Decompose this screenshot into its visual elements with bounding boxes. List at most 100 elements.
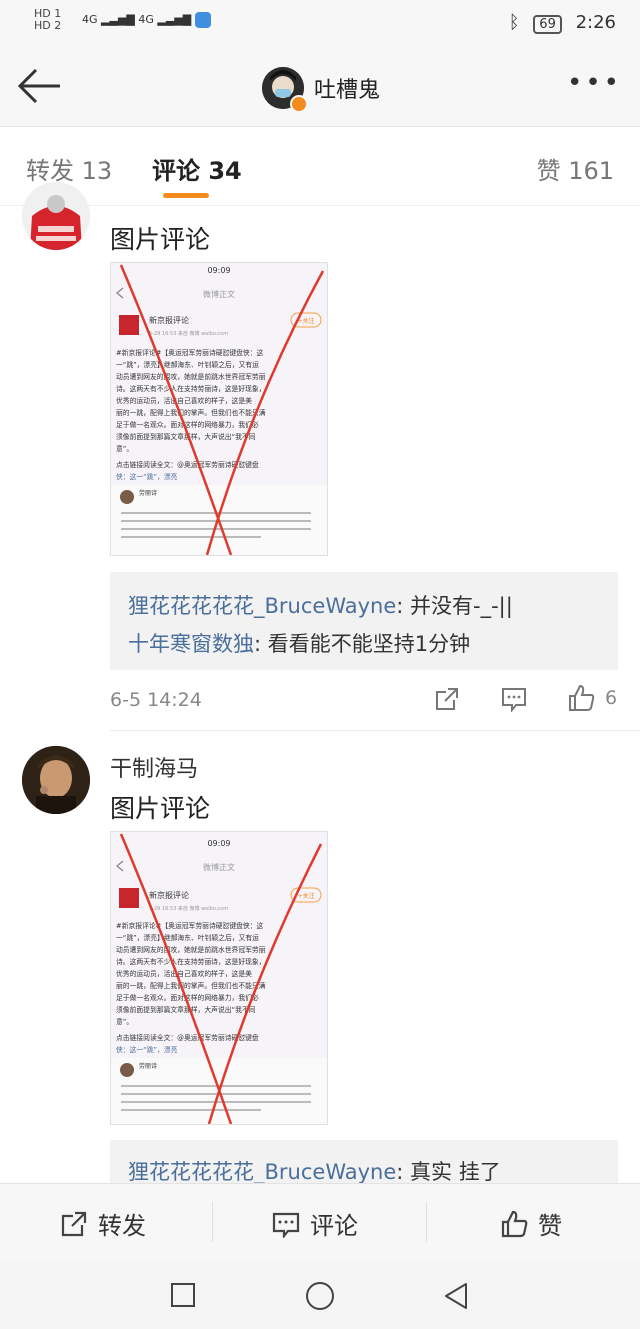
bluetooth-icon: ᛒ	[508, 12, 520, 33]
thumb-line: 优秀的运动员，活出自己喜欢的样子，这是美	[116, 396, 252, 405]
signal-indicators: 4G ▂▃▅▇ 4G ▂▃▅▇	[82, 12, 211, 28]
tab-likes[interactable]: 赞 161	[537, 151, 614, 186]
status-bar: HD 1 HD 2 4G ▂▃▅▇ 4G ▂▃▅▇ ᛒ 69 2:26	[0, 0, 640, 48]
bottom-action-bar: 转发 评论 赞	[0, 1183, 640, 1262]
thumb-quote-user: 劳丽诗	[139, 489, 157, 497]
thumb-meta: 5-29 16:53 来自 微博 weibo.com	[149, 905, 228, 912]
thumb-link: 侠：这一“跳”，漂亮	[116, 1045, 178, 1054]
clock: 2:26	[575, 12, 616, 33]
square-icon	[171, 1283, 195, 1307]
back-nav-button[interactable]	[442, 1281, 470, 1315]
comment-label: 评论	[310, 1212, 358, 1240]
thumb-quote-user: 劳丽诗	[139, 1062, 157, 1070]
thumb-link: 侠：这一“跳”，漂亮	[116, 472, 178, 481]
thumb-line: 须像前面提到那篇文章那样，大声说出“我不同	[116, 432, 256, 441]
thumb-nav-title: 微博正文	[203, 289, 235, 299]
comment-icon	[502, 688, 526, 713]
active-tab-indicator	[163, 193, 209, 198]
reply-username[interactable]: 狸花花花花花_BruceWayne	[128, 1160, 396, 1184]
tab-bar: 转发 13 评论 34 赞 161	[0, 127, 640, 206]
commenter-avatar[interactable]	[22, 182, 90, 250]
comment-image[interactable]: 09:09 微博正文 新京报评论 5-29 16:53 来自 微博 weibo.…	[110, 831, 328, 1125]
network-2-label: 4G	[138, 13, 154, 26]
divider	[212, 1202, 213, 1242]
repost-icon	[61, 1211, 87, 1236]
thumb-line: 动员遭到网友的围攻，她就是前跳水世界冠军劳丽	[116, 372, 266, 381]
thumbs-up-icon	[569, 684, 595, 711]
verified-badge-icon	[290, 95, 308, 113]
reply-text: : 并没有-_-||	[396, 594, 513, 618]
thumb-follow: +关注	[297, 317, 314, 325]
triangle-back-icon	[445, 1283, 467, 1309]
divider	[426, 1202, 427, 1242]
reply-item[interactable]: 十年寒窗数独: 看看能不能坚持1分钟	[128, 628, 470, 658]
reply-username[interactable]: 十年寒窗数独	[128, 632, 254, 656]
thumb-line: 一“跳”，漂亮】继郝海东、叶钊颖之后，又有运	[116, 360, 259, 369]
thumb-account: 新京报评论	[149, 315, 189, 325]
network-1-label: 4G	[82, 13, 98, 26]
thumb-line: 须像前面提到那篇文章那样，大声说出“我不同	[116, 1005, 256, 1014]
thumb-line: #新京报评论#【奥运冠军劳丽诗硬怼键盘侠：这	[116, 348, 264, 357]
like-count: 6	[605, 687, 618, 709]
back-arrow-icon	[17, 68, 60, 104]
thumb-line: 丽的一跳，配得上我们的掌声。但我们也不能只满	[116, 981, 266, 990]
comment-divider	[110, 730, 640, 731]
reply-item[interactable]: 狸花花花花花_BruceWayne: 真实 挂了	[128, 1156, 501, 1186]
battery-indicator: 69	[533, 15, 562, 34]
circle-icon	[306, 1282, 334, 1310]
system-navigation-bar	[0, 1262, 640, 1329]
top-bar: 吐槽鬼 •••	[0, 48, 640, 127]
weibo-screenshot-thumbnail: 09:09 微博正文 新京报评论 5-29 16:53 来自 微博 weibo.…	[111, 832, 327, 1124]
weibo-screenshot-thumbnail: 09:09 微博正文 新京报评论 5-29 16:53 来自 微博 weibo.…	[111, 263, 327, 555]
page-title: 吐槽鬼	[314, 78, 381, 103]
thumb-time: 09:09	[207, 266, 230, 275]
thumb-line: 足于做一名观众。面对这样的网络暴力，我们必	[116, 420, 259, 429]
comment-timestamp: 6-5 14:24	[110, 689, 202, 711]
recents-button[interactable]	[170, 1282, 196, 1312]
commenter-avatar[interactable]	[22, 746, 90, 814]
commenter-name[interactable]: 干制海马	[110, 751, 198, 783]
thumb-line: 动员遭到网友的围攻，她就是前跳水世界冠军劳丽	[116, 945, 266, 954]
thumb-line: #新京报评论#【奥运冠军劳丽诗硬怼键盘侠：这	[116, 921, 264, 930]
thumb-line: 优秀的运动员，活出自己喜欢的样子，这是美	[116, 969, 252, 978]
comment-image[interactable]: 09:09 微博正文 新京报评论 5-29 16:53 来自 微博 weibo.…	[110, 262, 328, 556]
thumb-follow: +关注	[297, 892, 314, 900]
share-icon	[436, 688, 458, 710]
reply-button[interactable]	[501, 686, 527, 716]
avatar-image	[22, 182, 90, 250]
comment-text: 图片评论	[110, 225, 211, 254]
app-indicator-icon	[194, 12, 211, 28]
comment-icon	[272, 1212, 300, 1238]
like-post-button[interactable]: 赞	[500, 1206, 562, 1241]
thumb-line: 诗。这两天有不少人在支持劳丽诗，这是好现象，	[116, 384, 266, 393]
status-right: ᛒ 69 2:26	[509, 12, 616, 34]
thumb-nav-title: 微博正文	[203, 862, 235, 872]
thumb-line: 意”。	[116, 444, 133, 453]
reply-text: : 看看能不能坚持1分钟	[254, 632, 471, 656]
repost-label: 转发	[98, 1212, 146, 1240]
thumb-line: 诗。这两天有不少人在支持劳丽诗，这是好现象，	[116, 957, 266, 966]
avatar-image	[22, 746, 90, 814]
thumb-time: 09:09	[207, 839, 230, 848]
like-label: 赞	[538, 1212, 562, 1240]
reply-box[interactable]: 狸花花花花花_BruceWayne: 并没有-_-|| 十年寒窗数独: 看看能不…	[110, 572, 618, 670]
reply-text: : 真实 挂了	[396, 1160, 501, 1184]
comment-button[interactable]: 评论	[272, 1206, 358, 1241]
thumb-line: 丽的一跳，配得上我们的掌声。但我们也不能只满	[116, 408, 266, 417]
more-options-icon[interactable]: •••	[567, 68, 622, 98]
like-button[interactable]: 6	[567, 684, 617, 712]
thumbs-up-icon	[501, 1210, 528, 1237]
reply-item[interactable]: 狸花花花花花_BruceWayne: 并没有-_-||	[128, 590, 513, 620]
repost-button[interactable]: 转发	[60, 1206, 146, 1241]
comment-text: 图片评论	[110, 794, 211, 823]
share-button[interactable]	[434, 686, 460, 716]
home-button[interactable]	[305, 1281, 335, 1315]
reply-username[interactable]: 狸花花花花花_BruceWayne	[128, 594, 396, 618]
tab-comments[interactable]: 评论 34	[152, 151, 242, 186]
signal-bars-icon: ▂▃▅▇	[157, 13, 192, 26]
tab-repost[interactable]: 转发 13	[26, 151, 112, 186]
thumb-line: 一“跳”，漂亮】继郝海东、叶钊颖之后，又有运	[116, 933, 259, 942]
hd2-label: HD 2	[34, 19, 62, 32]
back-button[interactable]	[17, 68, 62, 104]
signal-bars-icon: ▂▃▅▇	[101, 13, 135, 26]
